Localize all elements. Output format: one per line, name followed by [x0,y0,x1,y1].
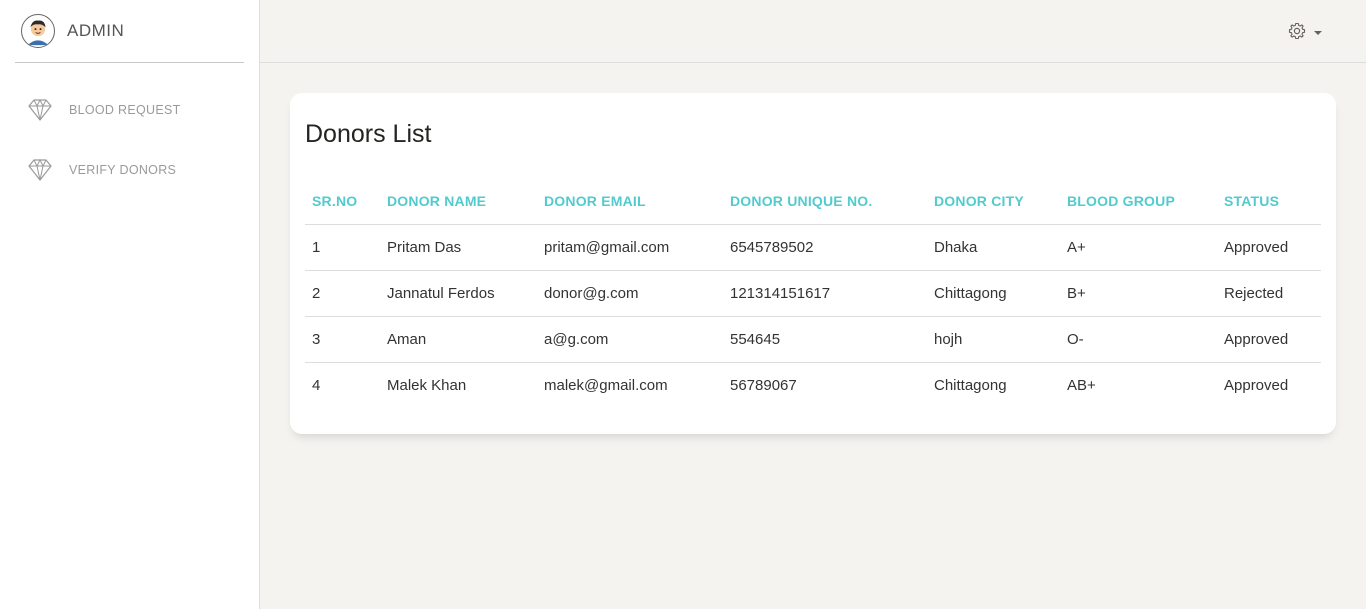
cell-donor-city: hojh [934,316,1067,363]
sidebar-nav: BLOOD REQUEST VERIFY DONORS [0,80,259,200]
card-title: Donors List [305,120,432,148]
settings-dropdown[interactable] [1288,22,1322,45]
cell-sr-no: 2 [305,270,387,317]
cell-donor-unique-no: 6545789502 [730,224,934,271]
cell-donor-unique-no: 56789067 [730,376,797,394]
column-header: SR.NO [305,177,387,225]
cell-blood-group: O- [1067,316,1224,363]
donors-table: SR.NO DONOR NAME DONOR EMAIL DONOR UNIQU… [305,177,1321,408]
cell-status: Approved [1224,376,1289,394]
cell-donor-email: malek@gmail.com [544,376,668,394]
cell-sr-no: 1 [305,224,387,271]
sidebar-item-label: VERIFY DONORS [69,163,177,177]
cell-blood-group: B+ [1067,270,1224,317]
cell-status: Rejected [1224,270,1321,317]
table-row: 1 Pritam Das pritam@gmail.com 6545789502… [305,224,1321,271]
column-header: DONOR EMAIL [544,177,730,225]
brand-name: ADMIN [67,21,125,40]
cell-sr-no: 4 [312,376,321,394]
cell-sr-no: 3 [305,316,387,363]
cell-blood-group: AB+ [1067,376,1096,394]
table-header-row: SR.NO DONOR NAME DONOR EMAIL DONOR UNIQU… [305,177,1321,225]
diamond-icon [28,158,52,182]
cell-status: Approved [1224,316,1321,363]
caret-down-icon [1314,30,1322,35]
column-header: STATUS [1224,177,1321,225]
table-row: 2 Jannatul Ferdos donor@g.com 1213141516… [305,270,1321,317]
table-row: 3 Aman a@g.com 554645 hojh O- Approved [305,316,1321,363]
sidebar-item-label: BLOOD REQUEST [69,103,181,117]
cell-donor-unique-no: 121314151617 [730,270,934,317]
cell-donor-name: Malek Khan [387,376,467,394]
top-navbar [260,0,1366,63]
cell-donor-name: Aman [387,316,544,363]
column-header: DONOR UNIQUE NO. [730,177,934,225]
gear-icon [1288,22,1306,45]
cell-status: Approved [1224,224,1321,271]
cell-donor-email: a@g.com [544,316,730,363]
column-header: BLOOD GROUP [1067,177,1224,225]
donors-card: Donors List SR.NO DONOR NAME DONOR EMAIL… [290,93,1336,434]
cell-donor-city: Chittagong [934,376,1007,394]
column-header: DONOR CITY [934,177,1067,225]
cell-donor-name: Pritam Das [387,224,544,271]
cell-donor-name: Jannatul Ferdos [387,270,544,317]
user-avatar-icon [21,14,55,48]
cell-donor-email: pritam@gmail.com [544,224,730,271]
column-header: DONOR NAME [387,177,544,225]
sidebar-item-verify-donors[interactable]: VERIFY DONORS [0,140,259,200]
cell-donor-email: donor@g.com [544,270,730,317]
cell-blood-group: A+ [1067,224,1224,271]
cell-donor-unique-no: 554645 [730,316,934,363]
cell-donor-city: Chittagong [934,270,1067,317]
brand[interactable]: ADMIN [15,0,244,63]
cell-donor-city: Dhaka [934,224,1067,271]
diamond-icon [28,98,52,122]
sidebar: ADMIN BLOOD REQUEST VERIFY DONORS [0,0,260,609]
sidebar-item-blood-request[interactable]: BLOOD REQUEST [0,80,259,140]
table-row: 4 Malek Khan malek@gmail.com 56789067 Ch… [305,362,1321,408]
